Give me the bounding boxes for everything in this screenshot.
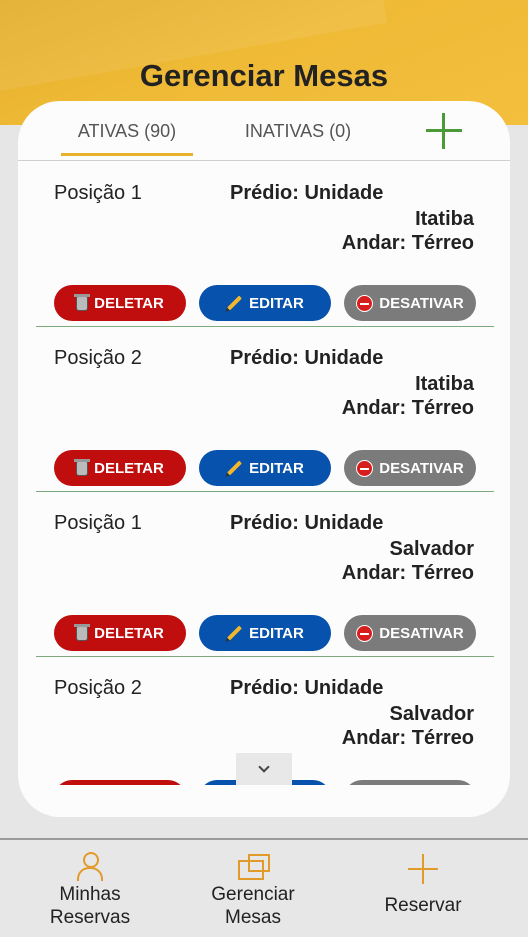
nav-reserve[interactable]: Reservar bbox=[363, 840, 483, 937]
delete-label: DELETAR bbox=[94, 294, 164, 312]
delete-button[interactable]: DELETAR bbox=[54, 285, 186, 321]
item-floor: Andar: Térreo bbox=[341, 232, 474, 254]
item-building: Prédio: Unidade bbox=[230, 677, 384, 699]
tables-card: ATIVAS (90) INATIVAS (0) Posição 1 Prédi… bbox=[18, 101, 510, 817]
nav-manage-tables-label-2: Mesas bbox=[225, 907, 281, 928]
delete-label: DELETAR bbox=[94, 459, 164, 477]
trash-icon bbox=[74, 458, 91, 476]
disable-label: DESATIVAR bbox=[379, 459, 464, 477]
stop-icon bbox=[356, 624, 374, 642]
disable-label: DESATIVAR bbox=[379, 624, 464, 642]
item-city: Salvador bbox=[389, 703, 474, 725]
list-item: Posição 1 Prédio: Unidade Itatiba Andar:… bbox=[36, 162, 494, 327]
list-item: Posição 2 Prédio: Unidade Itatiba Andar:… bbox=[36, 327, 494, 492]
edit-button[interactable]: EDITAR bbox=[199, 615, 331, 651]
nav-my-reservations[interactable]: Minhas Reservas bbox=[30, 840, 150, 937]
delete-button[interactable]: DELETAR bbox=[54, 615, 186, 651]
pencil-icon bbox=[227, 625, 243, 641]
disable-button[interactable]: DESATIVAR bbox=[344, 615, 476, 651]
item-floor: Andar: Térreo bbox=[341, 562, 474, 584]
edit-label: EDITAR bbox=[249, 294, 304, 312]
item-position: Posição 1 bbox=[54, 182, 142, 204]
chevron-down-icon bbox=[258, 761, 270, 773]
plus-icon bbox=[408, 854, 438, 884]
item-floor: Andar: Térreo bbox=[341, 397, 474, 419]
disable-button[interactable]: DESATIVAR bbox=[344, 780, 476, 785]
disable-button[interactable]: DESATIVAR bbox=[344, 450, 476, 486]
tab-active[interactable]: ATIVAS (90) bbox=[61, 121, 193, 156]
list-item: Posição 1 Prédio: Unidade Salvador Andar… bbox=[36, 492, 494, 657]
trash-icon bbox=[74, 623, 91, 641]
delete-label: DELETAR bbox=[94, 624, 164, 642]
delete-button[interactable]: DELETAR bbox=[54, 450, 186, 486]
item-city: Itatiba bbox=[415, 373, 474, 395]
edit-label: EDITAR bbox=[249, 459, 304, 477]
item-building: Prédio: Unidade bbox=[230, 512, 384, 534]
item-floor: Andar: Térreo bbox=[341, 727, 474, 749]
trash-icon bbox=[74, 293, 91, 311]
nav-my-reservations-label-1: Minhas bbox=[59, 884, 121, 905]
item-city: Itatiba bbox=[415, 208, 474, 230]
item-position: Posição 1 bbox=[54, 512, 142, 534]
tab-inactive[interactable]: INATIVAS (0) bbox=[228, 121, 368, 142]
bottom-nav: Minhas Reservas Gerenciar Mesas Reservar bbox=[0, 838, 528, 937]
item-city: Salvador bbox=[389, 538, 474, 560]
scroll-down-button[interactable] bbox=[236, 753, 292, 785]
nav-manage-tables-label-1: Gerenciar bbox=[211, 884, 295, 905]
item-position: Posição 2 bbox=[54, 347, 142, 369]
pencil-icon bbox=[227, 460, 243, 476]
item-building: Prédio: Unidade bbox=[230, 182, 384, 204]
user-icon bbox=[77, 852, 103, 881]
nav-reserve-label: Reservar bbox=[384, 895, 462, 916]
delete-button[interactable]: DELETAR bbox=[54, 780, 186, 785]
page-title: Gerenciar Mesas bbox=[139, 58, 389, 93]
nav-manage-tables[interactable]: Gerenciar Mesas bbox=[193, 840, 313, 937]
table-list[interactable]: Posição 1 Prédio: Unidade Itatiba Andar:… bbox=[36, 162, 494, 785]
desk-icon bbox=[238, 852, 270, 880]
edit-button[interactable]: EDITAR bbox=[199, 450, 331, 486]
disable-label: DESATIVAR bbox=[379, 294, 464, 312]
tab-bar: ATIVAS (90) INATIVAS (0) bbox=[18, 101, 510, 161]
pencil-icon bbox=[227, 295, 243, 311]
edit-label: EDITAR bbox=[249, 624, 304, 642]
disable-button[interactable]: DESATIVAR bbox=[344, 285, 476, 321]
stop-icon bbox=[356, 459, 374, 477]
stop-icon bbox=[356, 294, 374, 312]
item-position: Posição 2 bbox=[54, 677, 142, 699]
item-building: Prédio: Unidade bbox=[230, 347, 384, 369]
nav-my-reservations-label-2: Reservas bbox=[49, 907, 131, 928]
add-icon[interactable] bbox=[426, 113, 462, 149]
edit-button[interactable]: EDITAR bbox=[199, 285, 331, 321]
